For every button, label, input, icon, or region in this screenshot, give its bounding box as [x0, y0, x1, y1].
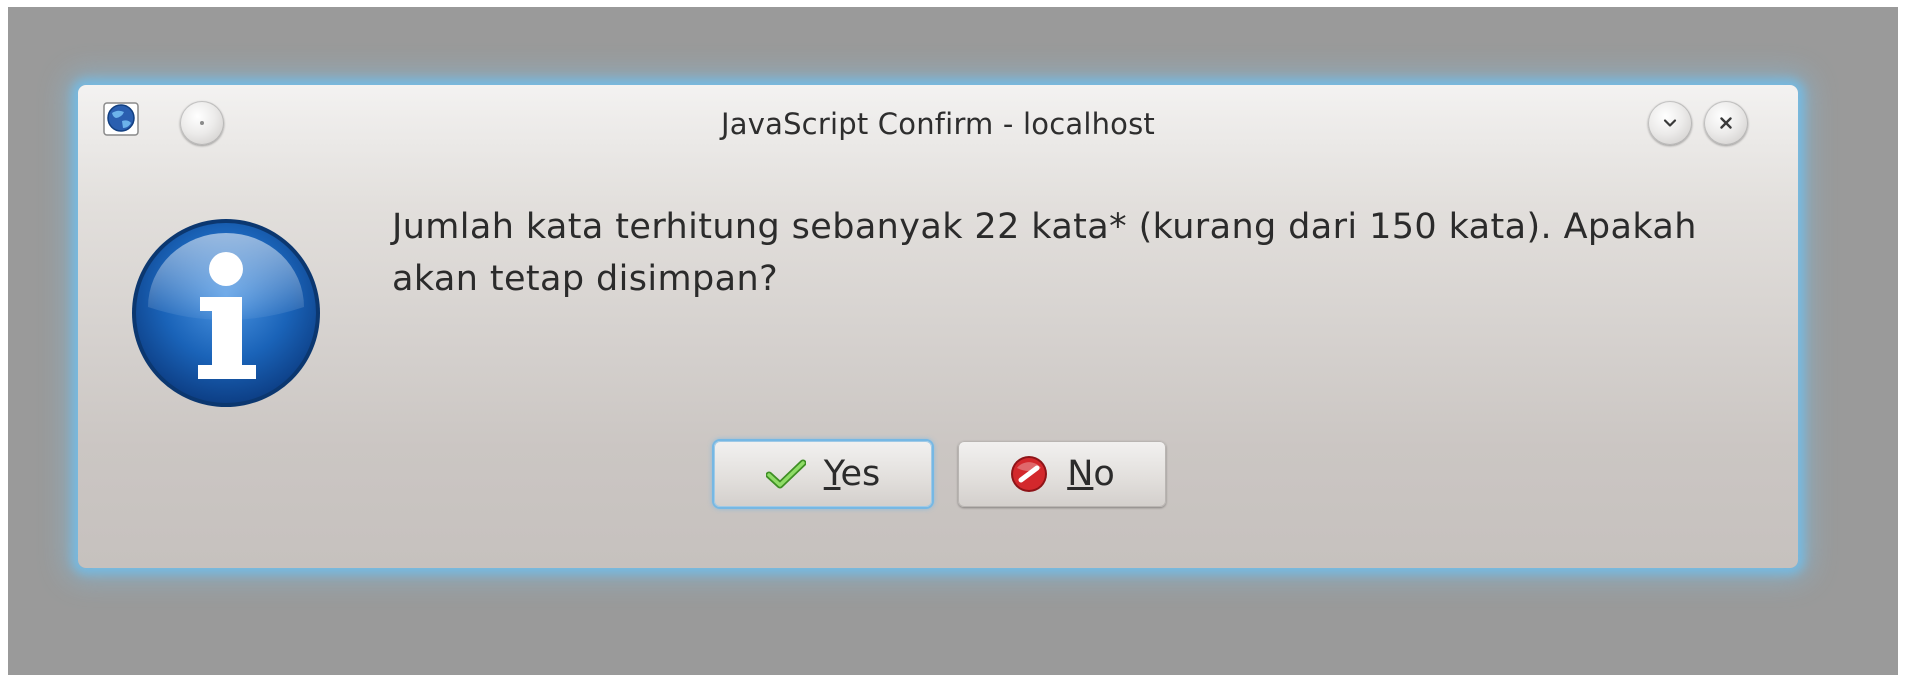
check-icon [765, 459, 806, 489]
minimize-button[interactable] [1648, 101, 1692, 145]
no-button[interactable]: No [958, 441, 1166, 507]
message-line-1: Jumlah kata terhitung sebanyak 22 kata* … [392, 207, 1697, 247]
dialog-message: Jumlah kata terhitung sebanyak 22 kata* … [392, 201, 1772, 305]
yes-button[interactable]: Yes [714, 441, 932, 507]
window-title: JavaScript Confirm - localhost [721, 107, 1155, 141]
confirm-dialog: JavaScript Confirm - localhost Jumlah ka… [78, 85, 1798, 568]
close-button[interactable] [1704, 101, 1748, 145]
no-button-label: No [1067, 454, 1115, 494]
chevron-down-icon [1663, 119, 1677, 127]
info-icon [128, 215, 324, 411]
message-line-2: akan tetap disimpan? [392, 259, 779, 299]
close-icon [1720, 117, 1732, 129]
title-bar[interactable]: JavaScript Confirm - localhost [78, 85, 1798, 157]
stop-icon [1011, 456, 1048, 492]
yes-button-label: Yes [823, 454, 881, 494]
